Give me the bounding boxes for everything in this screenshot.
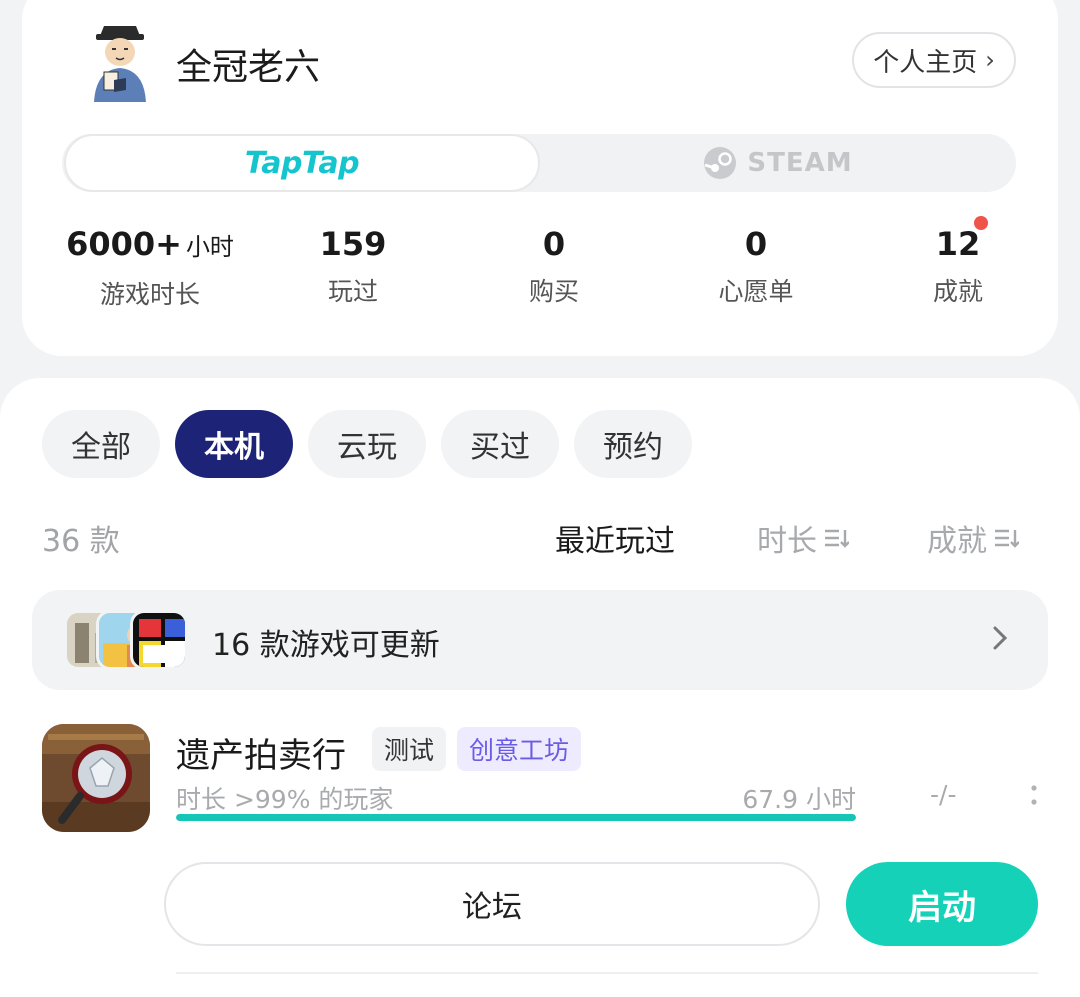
- chevron-right-icon: ›: [985, 46, 995, 74]
- game-thumbnail: [130, 610, 188, 670]
- taptap-logo: TapTap: [244, 145, 360, 181]
- stat-played[interactable]: 159 玩过: [253, 224, 453, 308]
- progress-fill: [176, 814, 856, 821]
- stat-wishlist-label: 心愿单: [718, 277, 794, 306]
- filter-reserved[interactable]: 预约: [574, 410, 692, 478]
- platform-switch: TapTap STEAM: [62, 134, 1016, 192]
- playtime-percentile: 时长 >99% 的玩家: [176, 785, 394, 814]
- sort-duration-label: 时长: [757, 524, 817, 559]
- stat-purchased-label: 购买: [528, 277, 579, 306]
- username: 全冠老六: [176, 47, 321, 88]
- game-icon[interactable]: [42, 724, 150, 832]
- sort-icon: [825, 529, 849, 548]
- stat-played-value: 159: [319, 225, 387, 263]
- divider: [176, 972, 1038, 974]
- game-title[interactable]: 遗产拍卖行: [176, 728, 346, 777]
- playtime-hours: 67.9 小时: [742, 785, 856, 814]
- homepage-label: 个人主页: [873, 47, 978, 78]
- sort-achievements-label: 成就: [927, 524, 987, 559]
- stat-playtime-label: 游戏时长: [99, 280, 200, 309]
- sort-icon: [995, 529, 1019, 548]
- filter-local[interactable]: 本机: [175, 410, 293, 478]
- stat-purchased[interactable]: 0 购买: [454, 224, 654, 308]
- stat-wishlist[interactable]: 0 心愿单: [656, 224, 856, 308]
- steam-icon: [704, 147, 737, 179]
- launch-button[interactable]: 启动: [846, 862, 1038, 946]
- notification-dot: [974, 216, 988, 230]
- steam-label: STEAM: [747, 148, 853, 178]
- tab-steam[interactable]: STEAM: [540, 134, 1016, 192]
- updates-banner[interactable]: 16 款游戏可更新: [32, 590, 1048, 690]
- stat-wishlist-value: 0: [744, 225, 768, 263]
- filter-cloud[interactable]: 云玩: [308, 410, 426, 478]
- filter-all[interactable]: 全部: [42, 410, 160, 478]
- stat-playtime[interactable]: 6000+ 小时 游戏时长: [50, 224, 250, 311]
- tag-workshop: 创意工坊: [457, 727, 582, 771]
- game-count: 36 款: [42, 524, 120, 559]
- stat-playtime-value: 6000+: [66, 225, 182, 263]
- forum-button[interactable]: 论坛: [164, 862, 820, 946]
- updates-text: 16 款游戏可更新: [212, 628, 440, 663]
- personal-homepage-button[interactable]: 个人主页 ›: [852, 32, 1016, 88]
- stat-achievements[interactable]: 12 成就: [858, 216, 1058, 308]
- stats-row: 6000+ 小时 游戏时长 159 玩过 0 购买 0 心愿单 12 成就: [22, 216, 1058, 314]
- achievement-progress: -/-: [930, 780, 957, 809]
- more-vertical-icon[interactable]: [1028, 782, 1040, 810]
- tag-test: 测试: [372, 727, 447, 771]
- stat-playtime-unit: 小时: [185, 233, 234, 261]
- profile-card: 全冠老六 个人主页 › TapTap STEAM 6000+ 小时 游戏时长 15…: [22, 0, 1058, 356]
- stat-achievements-value: 12: [935, 225, 981, 263]
- stat-played-label: 玩过: [327, 277, 378, 306]
- user-avatar[interactable]: [78, 18, 162, 102]
- tab-taptap[interactable]: TapTap: [64, 134, 540, 192]
- sort-duration[interactable]: 时长: [757, 516, 849, 560]
- sort-achievements[interactable]: 成就: [927, 516, 1019, 560]
- update-thumbnails: [64, 610, 188, 670]
- stat-purchased-value: 0: [542, 225, 566, 263]
- filter-bought[interactable]: 买过: [441, 410, 559, 478]
- stat-achievements-label: 成就: [932, 277, 983, 306]
- sort-recent[interactable]: 最近玩过: [555, 516, 675, 560]
- playtime-progress-bar: [176, 814, 856, 821]
- sort-recent-label: 最近玩过: [555, 524, 675, 559]
- chevron-right-icon: [993, 626, 1008, 650]
